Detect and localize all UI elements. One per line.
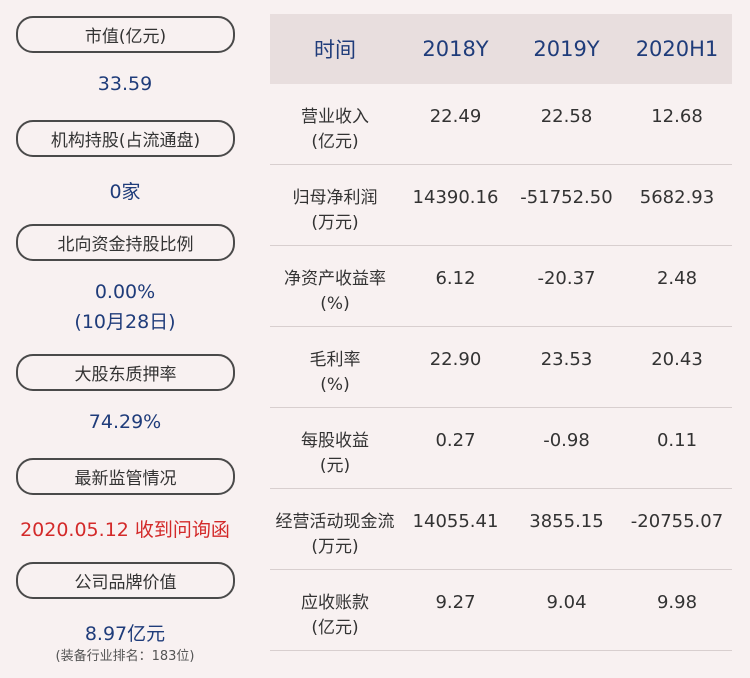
row-label-name: 经营活动现金流 <box>275 512 395 532</box>
cell-value: 20.43 <box>651 349 703 370</box>
cell-value: 9.04 <box>546 592 587 613</box>
table-header: 时间 2018Y 2019Y 2020H1 <box>270 14 732 84</box>
cell-value: 22.90 <box>429 349 482 370</box>
header-2020h1: 2020H1 <box>635 37 719 61</box>
header-2019y: 2019Y <box>533 37 600 61</box>
row-label: 毛利率 (%) <box>270 327 400 398</box>
row-label-unit: (亿元) <box>311 132 359 152</box>
left-panel: 市值(亿元) 33.59 机构持股(占流通盘) 0家 北向资金持股比例 0.00… <box>0 0 250 678</box>
row-label-name: 每股收益 <box>301 431 369 451</box>
cell-value: 2.48 <box>656 268 698 289</box>
brand-value-label: 公司品牌价值 <box>16 562 235 599</box>
institution-holding-label: 机构持股(占流通盘) <box>16 120 235 157</box>
pledge-ratio-value: 74.29% <box>88 411 162 433</box>
row-label-name: 净资产收益率 <box>284 269 386 289</box>
row-label: 归母净利润 (万元) <box>270 165 400 236</box>
cell-value: 0.11 <box>656 430 698 451</box>
table-row: 营业收入 (亿元) 22.49 22.58 12.68 <box>270 84 732 165</box>
market-cap-label: 市值(亿元) <box>16 16 235 53</box>
cell-value: 12.68 <box>651 106 703 127</box>
table-row: 归母净利润 (万元) 14390.16 -51752.50 5682.93 <box>270 165 732 246</box>
table-row: 应收账款 (亿元) 9.27 9.04 9.98 <box>270 570 732 651</box>
brand-value-value: 8.97亿元 <box>84 623 166 645</box>
cell-value: 23.53 <box>540 349 593 370</box>
institution-holding-value: 0家 <box>109 181 141 203</box>
row-label-name: 应收账款 <box>301 593 369 613</box>
northbound-ratio-label: 北向资金持股比例 <box>16 224 235 261</box>
row-label-unit: (亿元) <box>311 618 359 638</box>
row-label-name: 营业收入 <box>301 107 369 127</box>
market-cap-value: 33.59 <box>97 73 153 95</box>
cell-value: 22.49 <box>429 106 482 127</box>
row-label: 净资产收益率 (%) <box>270 246 400 317</box>
row-label-unit: (元) <box>319 456 351 476</box>
cell-value: 9.98 <box>656 592 698 613</box>
regulatory-status-value: 2020.05.12 收到问询函 <box>20 519 230 541</box>
cell-value: 9.27 <box>435 592 476 613</box>
cell-value: 3855.15 <box>529 511 604 532</box>
table-row: 每股收益 (元) 0.27 -0.98 0.11 <box>270 408 732 489</box>
cell-value: 0.27 <box>435 430 476 451</box>
row-label: 应收账款 (亿元) <box>270 570 400 641</box>
row-label: 经营活动现金流 (万元) <box>270 489 400 560</box>
row-label-name: 归母净利润 <box>292 188 378 208</box>
brand-value-rank-note: (装备行业排名：183位) <box>55 649 195 664</box>
row-label-unit: (%) <box>320 375 350 395</box>
cell-value: -51752.50 <box>520 187 613 208</box>
row-label-unit: (万元) <box>311 213 359 233</box>
cell-value: 14055.41 <box>412 511 499 532</box>
northbound-ratio-date: (10月28日) <box>74 311 176 333</box>
table-row: 净资产收益率 (%) 6.12 -20.37 2.48 <box>270 246 732 327</box>
header-2018y: 2018Y <box>422 37 489 61</box>
cell-value: 14390.16 <box>412 187 499 208</box>
regulatory-status-label: 最新监管情况 <box>16 458 235 495</box>
header-period: 时间 <box>314 38 356 62</box>
cell-value: 6.12 <box>435 268 476 289</box>
table-row: 经营活动现金流 (万元) 14055.41 3855.15 -20755.07 <box>270 489 732 570</box>
cell-value: -20.37 <box>537 268 596 289</box>
row-label-unit: (%) <box>320 294 350 314</box>
financial-table: 时间 2018Y 2019Y 2020H1 营业收入 (亿元) 22.49 22… <box>270 14 732 651</box>
pledge-ratio-label: 大股东质押率 <box>16 354 235 391</box>
cell-value: -0.98 <box>543 430 590 451</box>
table-row: 毛利率 (%) 22.90 23.53 20.43 <box>270 327 732 408</box>
cell-value: -20755.07 <box>630 511 724 532</box>
northbound-ratio-value: 0.00% <box>94 281 156 303</box>
row-label: 营业收入 (亿元) <box>270 84 400 155</box>
cell-value: 22.58 <box>540 106 593 127</box>
row-label: 每股收益 (元) <box>270 408 400 479</box>
row-label-unit: (万元) <box>311 537 359 557</box>
cell-value: 5682.93 <box>639 187 715 208</box>
row-label-name: 毛利率 <box>309 350 361 370</box>
